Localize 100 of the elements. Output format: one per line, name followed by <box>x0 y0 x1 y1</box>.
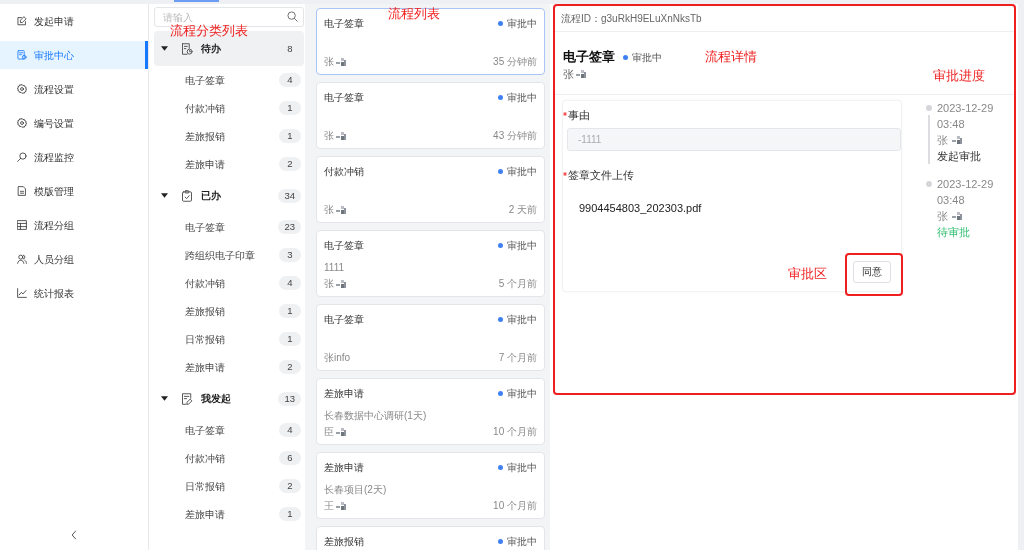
field-label: 事由 <box>568 108 590 122</box>
sidebar-item[interactable]: 流程分组 <box>0 211 148 239</box>
count-badge: 4 <box>279 423 301 437</box>
annotation-label: 审批区 <box>788 266 827 283</box>
author-name: 王 <box>324 499 334 513</box>
flow-card[interactable]: 差旅申请 审批中 长春数据中心调研(1天) 臣 10 个月前 <box>316 378 545 445</box>
status-dot-icon <box>498 243 503 248</box>
document-badge-icon <box>17 50 27 60</box>
count-badge: 4 <box>279 73 301 87</box>
category-item[interactable]: 差旅报销 <box>185 304 225 318</box>
category-item[interactable]: 电子签章 <box>185 220 225 234</box>
detail-title: 电子签章 <box>563 48 615 66</box>
count-badge: 2 <box>279 157 301 171</box>
flow-card[interactable]: 电子签章 审批中 张info 7 个月前 <box>316 304 545 371</box>
search-icon[interactable] <box>287 11 298 22</box>
category-item[interactable]: 差旅申请 <box>185 360 225 374</box>
approve-button[interactable]: 同意 <box>853 261 891 283</box>
line-chart-icon <box>17 288 27 298</box>
step-action: 发起审批 <box>937 149 982 164</box>
card-title: 电子签章 <box>324 17 364 31</box>
count-badge: 1 <box>279 129 301 143</box>
document-pen-icon <box>181 392 193 405</box>
time-text: 43 分钟前 <box>493 129 537 143</box>
flow-card[interactable]: 电子签章 审批中 张 43 分钟前 <box>316 82 545 149</box>
clipboard-check-icon <box>181 189 193 202</box>
annotation-label: 流程详情 <box>705 49 757 65</box>
settings-icon <box>17 84 27 94</box>
sidebar-item[interactable]: 发起申请 <box>0 7 148 35</box>
author-name: 张 <box>324 277 334 291</box>
time-text: 5 个月前 <box>498 277 537 291</box>
status-dot-icon <box>498 317 503 322</box>
file-link[interactable]: 9904454803_202303.pdf <box>579 201 702 215</box>
status-text: 审批中 <box>507 387 537 401</box>
sidebar-item[interactable]: 编号设置 <box>0 109 148 137</box>
card-subtitle: 1111 <box>324 261 346 275</box>
settings-icon <box>17 118 27 128</box>
grid-icon <box>17 220 27 230</box>
status-text: 审批中 <box>507 17 537 31</box>
sidebar-item[interactable]: 流程监控 <box>0 143 148 171</box>
timeline-dot-icon <box>925 181 932 187</box>
card-title: 差旅申请 <box>324 387 364 401</box>
count-badge: 13 <box>278 391 301 406</box>
count-badge: 1 <box>279 332 301 346</box>
count-badge: 2 <box>279 360 301 374</box>
category-item[interactable]: 日常报销 <box>185 332 225 346</box>
status-dot-icon <box>498 391 503 396</box>
count-badge: 1 <box>279 507 301 521</box>
category-item[interactable]: 付款冲销 <box>185 276 225 290</box>
caret-down-icon[interactable] <box>161 46 168 51</box>
category-item[interactable]: 差旅申请 <box>185 507 225 521</box>
count-badge: 4 <box>279 276 301 290</box>
category-group[interactable]: 我发起 13 <box>154 381 304 416</box>
step-time: 03:48 <box>937 117 966 132</box>
count-badge: 6 <box>279 451 301 465</box>
tab-indicator-bar <box>174 0 219 2</box>
timeline-line <box>927 115 930 164</box>
chevron-left-icon[interactable] <box>71 530 77 540</box>
status-dot-icon <box>498 169 503 174</box>
card-title: 电子签章 <box>324 91 364 105</box>
count-badge: 3 <box>279 248 301 262</box>
users-icon <box>17 254 27 264</box>
step-person: 张 <box>937 209 948 224</box>
category-item[interactable]: 付款冲销 <box>185 451 225 465</box>
sidebar-item[interactable]: 人员分组 <box>0 245 148 273</box>
status-text: 审批中 <box>507 535 537 549</box>
status-text: 审批中 <box>507 91 537 105</box>
count-badge: 1 <box>279 101 301 115</box>
card-title: 差旅报销 <box>324 535 364 549</box>
caret-down-icon[interactable] <box>161 193 168 198</box>
status-dot-icon <box>498 465 503 470</box>
category-item[interactable]: 跨组织电子印章 <box>185 248 255 262</box>
field-label: 签章文件上传 <box>568 168 634 182</box>
flow-card[interactable]: 电子签章 审批中 1111 张 5 个月前 <box>316 230 545 297</box>
category-item[interactable]: 差旅申请 <box>185 157 225 171</box>
flow-card[interactable]: 差旅报销 审批中 <box>316 526 545 550</box>
author-name: 张 <box>324 203 334 217</box>
flow-card[interactable]: 付款冲销 审批中 张 2 天前 <box>316 156 545 223</box>
edit-icon <box>17 16 27 26</box>
sidebar-item[interactable]: 模版管理 <box>0 177 148 205</box>
card-title: 电子签章 <box>324 313 364 327</box>
caret-down-icon[interactable] <box>161 396 168 401</box>
magnifier-icon <box>17 152 27 162</box>
group-title: 已办 <box>201 189 221 202</box>
category-item[interactable]: 电子签章 <box>185 73 225 87</box>
category-item[interactable]: 电子签章 <box>185 423 225 437</box>
group-title: 待办 <box>201 42 221 55</box>
category-item[interactable]: 日常报销 <box>185 479 225 493</box>
sidebar-item[interactable]: 统计报表 <box>0 279 148 307</box>
category-item[interactable]: 差旅报销 <box>185 129 225 143</box>
sidebar-item[interactable]: 流程设置 <box>0 75 148 103</box>
sidebar-item[interactable]: 审批中心 <box>0 41 148 69</box>
category-item[interactable]: 付款冲销 <box>185 101 225 115</box>
author-name: 张 <box>324 55 334 69</box>
flow-id-text: 流程ID：g3uRkH9ELuXnNksTb <box>561 12 702 25</box>
card-subtitle: 长春数据中心调研(1天) <box>324 409 428 423</box>
flow-card[interactable]: 差旅申请 审批中 长春项目(2天) 王 10 个月前 <box>316 452 545 519</box>
category-group[interactable]: 已办 34 <box>154 178 304 213</box>
status-dot-icon <box>623 54 628 60</box>
step-action: 待审批 <box>937 225 971 240</box>
count-badge: 34 <box>278 188 301 203</box>
